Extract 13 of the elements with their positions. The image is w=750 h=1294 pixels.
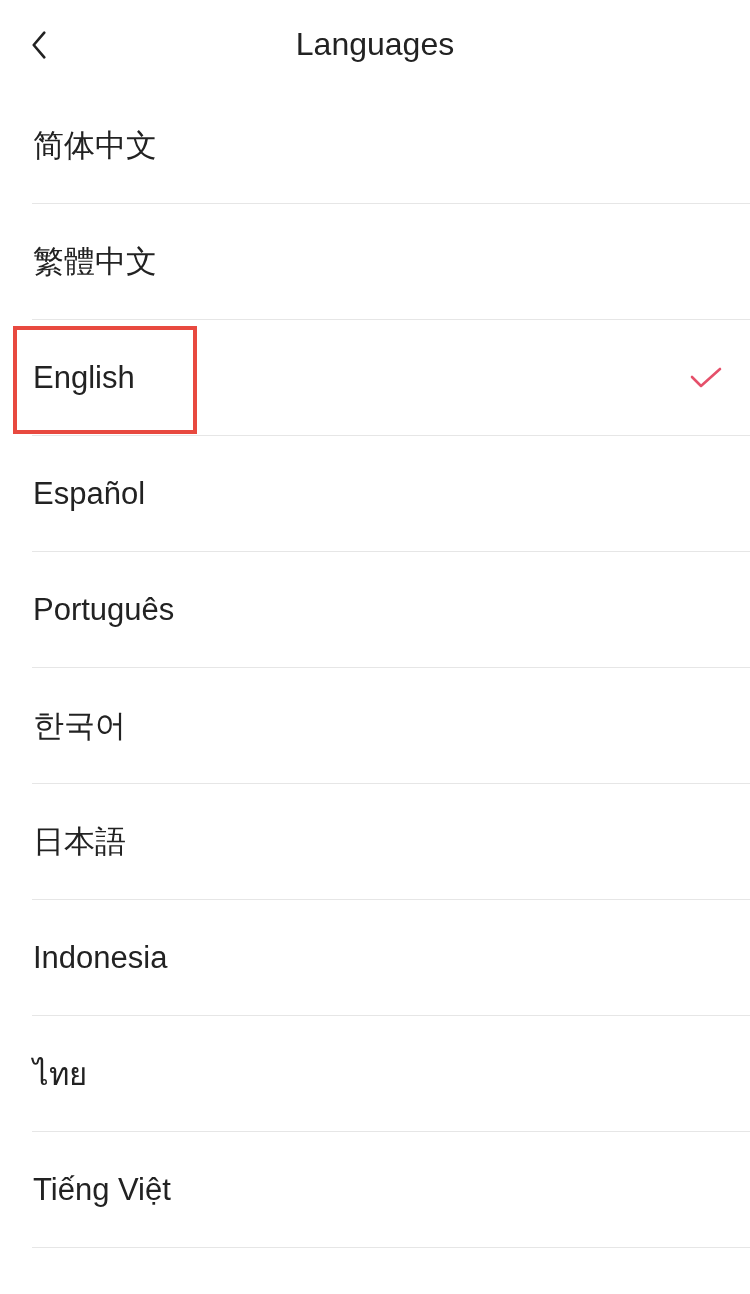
language-item[interactable]: 한국어 (32, 668, 750, 784)
language-item[interactable]: Português (32, 552, 750, 668)
page-title: Languages (295, 25, 455, 63)
language-item[interactable]: Español (32, 436, 750, 552)
language-item[interactable]: ไทย (32, 1016, 750, 1132)
checkmark-icon (690, 366, 722, 389)
language-item[interactable]: Indonesia (32, 900, 750, 1016)
language-item[interactable]: English (32, 320, 750, 436)
back-icon (30, 30, 48, 60)
language-item[interactable]: 繁體中文 (32, 204, 750, 320)
language-item[interactable]: 简体中文 (32, 88, 750, 204)
language-item[interactable]: Tiếng Việt (32, 1132, 750, 1248)
language-item[interactable]: 日本語 (32, 784, 750, 900)
